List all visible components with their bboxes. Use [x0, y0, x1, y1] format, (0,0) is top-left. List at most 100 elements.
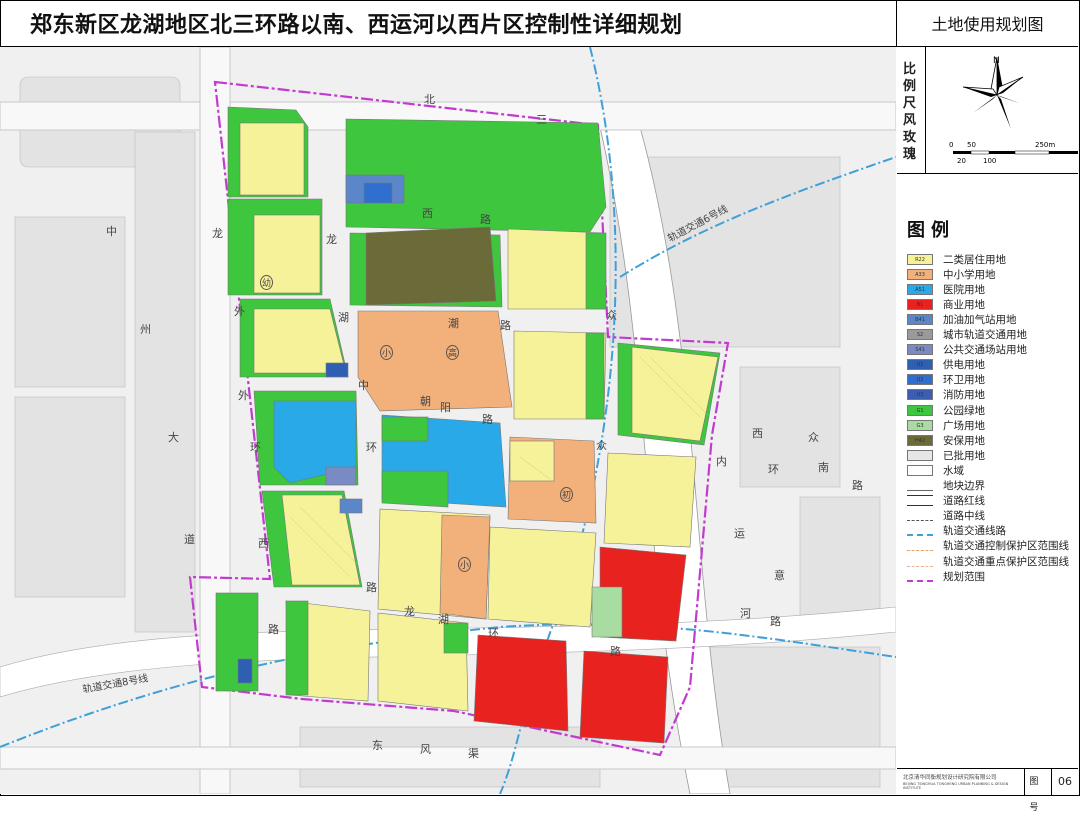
legend-item: 道路红线 — [907, 494, 985, 508]
title-bar: 郑东新区龙湖地区北三环路以南、西运河以西片区控制性详细规划 — [0, 0, 897, 47]
drawing-number-label: 图号 — [1024, 769, 1051, 813]
road-label-xi: 西 — [258, 537, 269, 550]
legend-item: 轨道交通重点保护区范围线 — [907, 554, 1069, 568]
legend-item: U2 环卫用地 — [907, 373, 985, 387]
legend-swatch — [907, 495, 933, 507]
high-school-mark: 高 — [446, 345, 460, 360]
legend-label: 规划范围 — [943, 570, 985, 583]
road-label-zhong: 环 — [488, 627, 499, 640]
land-use-map[interactable]: 北 三 西 路 龙 龙 湖 潮 路 中 环 朝 阳 路 外 外 环 西 路 路 … — [0, 47, 896, 794]
legend-item: 规划范围 — [907, 569, 985, 583]
legend-label: 公共交通场站用地 — [943, 344, 1027, 357]
legend-swatch: A51 — [907, 283, 933, 295]
legend-swatch: U1 — [907, 359, 933, 371]
legend-swatch — [907, 449, 933, 461]
scale-tick: 250m — [1035, 141, 1056, 149]
road-label-xiyunhe: 河 — [740, 607, 751, 620]
legend-label: 供电用地 — [943, 359, 985, 372]
road-label-long: 龙 — [404, 605, 415, 618]
legend-item: 水域 — [907, 463, 964, 477]
legend-swatch: B41 — [907, 313, 933, 325]
primary-school-mark: 小 — [458, 557, 472, 572]
road-label-neihuan: 路 — [610, 645, 621, 658]
footer-org-name-en: BEIJING TSINGHUA TONGHENG URBAN PLANNING… — [903, 781, 1009, 790]
legend-title: 图例 — [907, 220, 955, 241]
legend-item: B1 商业用地 — [907, 297, 985, 311]
road-label-jinchao: 路 — [500, 319, 511, 332]
legend-label: 城市轨道交通用地 — [943, 329, 1027, 341]
road-label-xi: 路 — [366, 581, 377, 594]
legend-label: 轨道交通重点保护区范围线 — [943, 555, 1069, 568]
legend-swatch: U2 — [907, 374, 933, 386]
road-label-wai: 环 — [250, 441, 261, 454]
footer: 北京清华同衡规划设计研究院有限公司 BEIJING TSINGHUA TONGH… — [897, 768, 1078, 813]
wind-rose-icon: N — [953, 56, 1078, 155]
scale-tick: 20 — [957, 157, 966, 165]
legend-label: 轨道交通线路 — [943, 525, 1006, 538]
middle-school-mark: 初 — [560, 487, 574, 502]
road-label-long: 龙 — [326, 233, 337, 246]
road-label-zhongzhou: 中 — [106, 225, 117, 238]
legend-swatch — [907, 571, 933, 582]
legend-item: R22 二类居住用地 — [907, 252, 1006, 266]
legend-label: 安保用地 — [943, 434, 985, 447]
legend-item: G3 广场用地 — [907, 418, 985, 432]
legend-swatch — [907, 525, 933, 537]
legend-swatch — [907, 464, 933, 476]
legend-label: 广场用地 — [943, 419, 985, 432]
road-label-north: 北 — [424, 93, 435, 106]
road-label-dongfengqu: 风 — [420, 743, 431, 756]
road-label-zhongzhou: 州 — [140, 323, 151, 336]
road-label-neihuan: 环 — [768, 463, 779, 476]
road-label-wai: 外 — [234, 305, 245, 318]
legend-panel: 图例 R22 二类居住用地 A33 中小学用地 A51 医院用地 B1 商业用地 B41 加油加气… — [897, 174, 1078, 768]
legend-swatch: R22 — [907, 253, 933, 265]
legend-item: B41 加油加气站用地 — [907, 312, 1017, 326]
legend-swatch: G3 — [907, 419, 933, 431]
legend-item: U3 消防用地 — [907, 388, 985, 402]
legend-swatch: B1 — [907, 298, 933, 310]
road-label-jinchao: 潮 — [448, 317, 459, 330]
legend-label: 医院用地 — [943, 283, 985, 296]
road-label-xiyunhe: 西 — [752, 427, 763, 440]
road-label-chaoyang: 朝 — [420, 395, 431, 408]
road-label-xi: 西 — [422, 207, 433, 220]
legend-swatch: G1 — [907, 404, 933, 416]
road-label-xi: 路 — [480, 213, 491, 226]
legend-swatch: U3 — [907, 389, 933, 401]
road-label-dongfengqu: 渠 — [468, 747, 479, 760]
road-label-long: 湖 — [338, 311, 349, 324]
road-label-zhongzhou: 道 — [184, 533, 195, 546]
legend-label: 环卫用地 — [943, 374, 985, 387]
legend-swatch — [907, 556, 933, 567]
drawing-number: 06 — [1051, 769, 1078, 795]
footer-org: 北京清华同衡规划设计研究院有限公司 BEIJING TSINGHUA TONGH… — [897, 775, 1024, 790]
legend-swatch — [907, 510, 933, 522]
road-label-neihuan: 内 — [716, 455, 727, 468]
road-label-chaoyang: 阳 — [440, 401, 451, 414]
legend-item: S2 城市轨道交通用地 — [907, 328, 1027, 342]
sidebar: 土地使用规划图 比例尺风玫瑰 N 0 50 250m 20 100 图例 R22… — [897, 0, 1078, 813]
road-label-zhong: 环 — [366, 441, 377, 454]
compass-panel: 比例尺风玫瑰 N 0 50 250m 20 100 — [897, 47, 1078, 174]
scale-tick: 50 — [967, 141, 976, 149]
legend-swatch: H42 — [907, 434, 933, 446]
road-label-zhongyi: 众 — [596, 439, 607, 452]
legend-item: 已批用地 — [907, 448, 985, 462]
legend-swatch — [907, 480, 933, 491]
legend-item: A51 医院用地 — [907, 282, 985, 296]
legend-item: 地块边界 — [907, 479, 985, 493]
legend-label: 道路红线 — [943, 495, 985, 508]
legend-label: 水域 — [943, 464, 964, 477]
primary-school-mark: 小 — [380, 345, 394, 360]
road-label-zhongyi: 路 — [770, 615, 781, 628]
road-label-zhongyi: 众 — [808, 431, 819, 444]
legend-swatch: S41 — [907, 344, 933, 356]
road-label-zhong: 中 — [358, 379, 369, 392]
legend-item: G1 公园绿地 — [907, 403, 985, 417]
legend-label: 中小学用地 — [943, 268, 996, 281]
legend-swatch: S2 — [907, 329, 933, 340]
road-label-xiyunhe: 运 — [734, 527, 745, 540]
road-label-chaoyang: 路 — [482, 413, 493, 426]
legend-item: 道路中线 — [907, 509, 985, 523]
